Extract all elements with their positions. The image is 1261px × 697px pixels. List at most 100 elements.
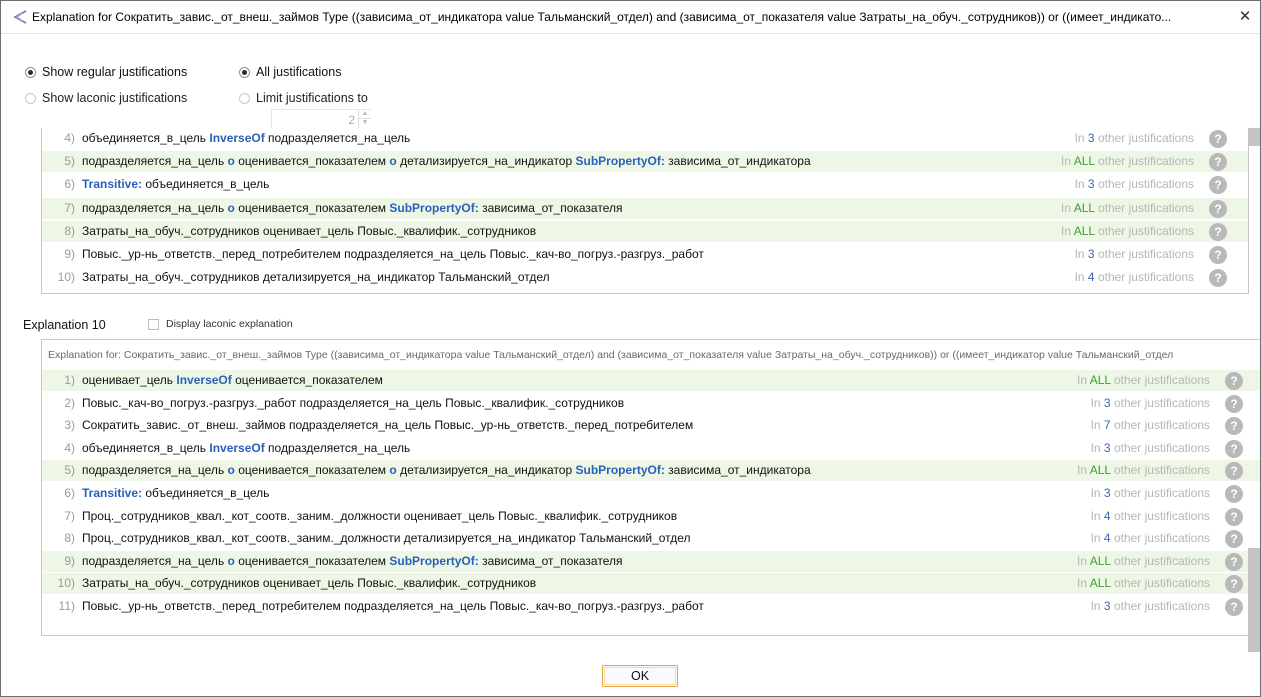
radio-all-justifications[interactable]: All justifications bbox=[239, 63, 341, 81]
axiom-fragment: Повыс._кач-во_погруз.-разгруз._работ под… bbox=[82, 395, 625, 410]
justification-count: 4 bbox=[1103, 508, 1111, 523]
help-icon[interactable]: ? bbox=[1225, 462, 1243, 481]
in-prefix: In bbox=[1061, 223, 1074, 238]
other-justifications-count: In 3 other justifications bbox=[1091, 486, 1210, 500]
row-number: 3) bbox=[64, 418, 75, 433]
help-icon[interactable]: ? bbox=[1209, 130, 1227, 148]
justification-count: 4 bbox=[1087, 270, 1095, 285]
row-number: 6) bbox=[64, 177, 75, 192]
display-laconic-checkbox[interactable]: Display laconic explanation bbox=[148, 318, 293, 330]
justification-count: ALL bbox=[1073, 200, 1095, 215]
justification-row: 6) Transitive: объединяется_в_цель In 3 ot… bbox=[42, 483, 1260, 504]
other-justifications-count: In ALL other justifications bbox=[1077, 373, 1210, 387]
spinner-down-icon[interactable]: ▼ bbox=[359, 119, 371, 127]
help-icon[interactable]: ? bbox=[1209, 246, 1227, 264]
help-icon[interactable]: ? bbox=[1225, 417, 1243, 436]
justification-row: 9) Повыс._ур-нь_ответств._перед_потребите… bbox=[42, 244, 1248, 265]
help-icon[interactable]: ? bbox=[1209, 153, 1227, 172]
radio-dot-checked-icon bbox=[25, 66, 36, 78]
axiom-text: Затраты_на_обуч._сотрудников оценивает_ц… bbox=[82, 224, 536, 238]
spinner-up-icon[interactable]: ▲ bbox=[359, 110, 371, 119]
axiom-keyword: o bbox=[389, 154, 397, 169]
other-suffix: other justifications bbox=[1094, 154, 1194, 169]
axiom-fragment: оценивается_показателем bbox=[234, 553, 390, 568]
radio-limit-justifications[interactable]: Limit justifications to bbox=[239, 89, 368, 107]
justification-count: 3 bbox=[1103, 599, 1111, 613]
explanation-10-header: Explanation for: Сократить_завис._от_вне… bbox=[48, 349, 1174, 361]
help-icon[interactable]: ? bbox=[1209, 176, 1227, 195]
help-icon[interactable]: ? bbox=[1225, 575, 1243, 594]
justification-count: 3 bbox=[1087, 177, 1095, 192]
explanation-dialog: Explanation for Сократить_завис._от_внеш… bbox=[0, 0, 1261, 697]
axiom-fragment: оценивает_цель bbox=[82, 373, 177, 387]
axiom-fragment: подразделяется_на_цель bbox=[82, 154, 228, 169]
in-prefix: In bbox=[1090, 418, 1104, 433]
close-icon[interactable]: ✕ bbox=[1232, 5, 1258, 29]
in-prefix: In bbox=[1090, 395, 1104, 410]
in-prefix: In bbox=[1074, 177, 1088, 192]
radio-dot-checked-icon bbox=[239, 66, 250, 78]
other-suffix: other justifications bbox=[1110, 599, 1210, 613]
help-icon[interactable]: ? bbox=[1225, 439, 1243, 458]
limit-spinner[interactable]: 2 ▲ ▼ bbox=[271, 109, 371, 129]
axiom-fragment: зависима_от_показателя bbox=[478, 200, 623, 215]
justification-row: 10) Затраты_на_обуч._сотрудников детализи… bbox=[42, 267, 1248, 288]
help-icon[interactable]: ? bbox=[1225, 552, 1243, 571]
in-prefix: In bbox=[1061, 200, 1074, 215]
help-icon[interactable]: ? bbox=[1225, 530, 1243, 549]
in-prefix: In bbox=[1090, 440, 1104, 455]
axiom-fragment: детализируется_на_индикатор bbox=[396, 463, 576, 478]
in-prefix: In bbox=[1074, 247, 1088, 261]
radio-show-laconic[interactable]: Show laconic justifications bbox=[25, 89, 187, 107]
axiom-text: Затраты_на_обуч._сотрудников оценивает_ц… bbox=[82, 576, 536, 590]
justification-row: 8) Проц._сотрудников_квал._кот_соотв._зан… bbox=[42, 528, 1260, 549]
justification-row: 4) объединяется_в_цель InverseOf подразде… bbox=[42, 128, 1248, 149]
justification-row: 10) Затраты_на_обуч._сотрудников оценивае… bbox=[42, 573, 1260, 595]
help-icon[interactable]: ? bbox=[1209, 199, 1227, 218]
help-icon[interactable]: ? bbox=[1225, 372, 1243, 390]
in-prefix: In bbox=[1090, 486, 1104, 500]
axiom-fragment: Сократить_завис._от_внеш._займов подразд… bbox=[82, 418, 694, 433]
row-number: 7) bbox=[64, 200, 75, 215]
justification-row: 5) подразделяется_на_цель o оценивается_п… bbox=[42, 460, 1260, 482]
radio-dot-icon bbox=[239, 92, 250, 104]
axiom-fragment: оценивается_показателем bbox=[234, 463, 390, 478]
other-suffix: other justifications bbox=[1110, 553, 1210, 568]
axiom-text: оценивает_цель InverseOf оценивается_пок… bbox=[82, 373, 383, 387]
justification-count: 4 bbox=[1103, 531, 1111, 546]
row-number: 11) bbox=[58, 599, 75, 613]
other-justifications-count: In 3 other justifications bbox=[1075, 247, 1194, 261]
row-number: 7) bbox=[64, 508, 75, 523]
axiom-text: подразделяется_на_цель o оценивается_пок… bbox=[82, 554, 622, 568]
axiom-text: подразделяется_на_цель o оценивается_пок… bbox=[82, 463, 811, 477]
axiom-fragment: объединяется_в_цель bbox=[142, 486, 270, 500]
justification-row: 7) подразделяется_на_цель o оценивается_п… bbox=[42, 197, 1248, 219]
other-justifications-count: In 7 other justifications bbox=[1091, 418, 1210, 432]
help-icon[interactable]: ? bbox=[1225, 394, 1243, 413]
row-number: 8) bbox=[64, 531, 75, 546]
axiom-fragment: Проц._сотрудников_квал._кот_соотв._заним… bbox=[82, 531, 691, 546]
scrollbar-thumb[interactable] bbox=[1248, 548, 1260, 652]
help-icon[interactable]: ? bbox=[1209, 269, 1227, 288]
other-suffix: other justifications bbox=[1110, 576, 1210, 591]
other-suffix: other justifications bbox=[1094, 247, 1194, 261]
help-icon[interactable]: ? bbox=[1225, 485, 1243, 503]
axiom-text: Проц._сотрудников_квал._кот_соотв._заним… bbox=[82, 509, 677, 523]
spinner-buttons[interactable]: ▲ ▼ bbox=[358, 110, 371, 128]
axiom-fragment: Затраты_на_обуч._сотрудников оценивает_ц… bbox=[82, 576, 537, 591]
help-icon[interactable]: ? bbox=[1225, 507, 1243, 526]
other-justifications-count: In ALL other justifications bbox=[1077, 576, 1210, 590]
help-icon[interactable]: ? bbox=[1225, 598, 1243, 616]
justification-count: ALL bbox=[1089, 553, 1111, 568]
help-icon[interactable]: ? bbox=[1209, 222, 1227, 241]
axiom-fragment: подразделяется_на_цель bbox=[264, 440, 411, 455]
radio-show-regular[interactable]: Show regular justifications bbox=[25, 63, 187, 81]
ok-button[interactable]: OK bbox=[602, 665, 678, 687]
protege-app-icon bbox=[13, 10, 27, 24]
outer-scrollbar-thumb[interactable] bbox=[1248, 128, 1260, 146]
axiom-text: объединяется_в_цель InverseOf подразделя… bbox=[82, 441, 410, 455]
axiom-keyword: o bbox=[227, 200, 235, 215]
axiom-fragment: объединяется_в_цель bbox=[82, 440, 210, 455]
axiom-fragment: Затраты_на_обуч._сотрудников детализируе… bbox=[82, 270, 550, 285]
in-prefix: In bbox=[1090, 599, 1104, 613]
